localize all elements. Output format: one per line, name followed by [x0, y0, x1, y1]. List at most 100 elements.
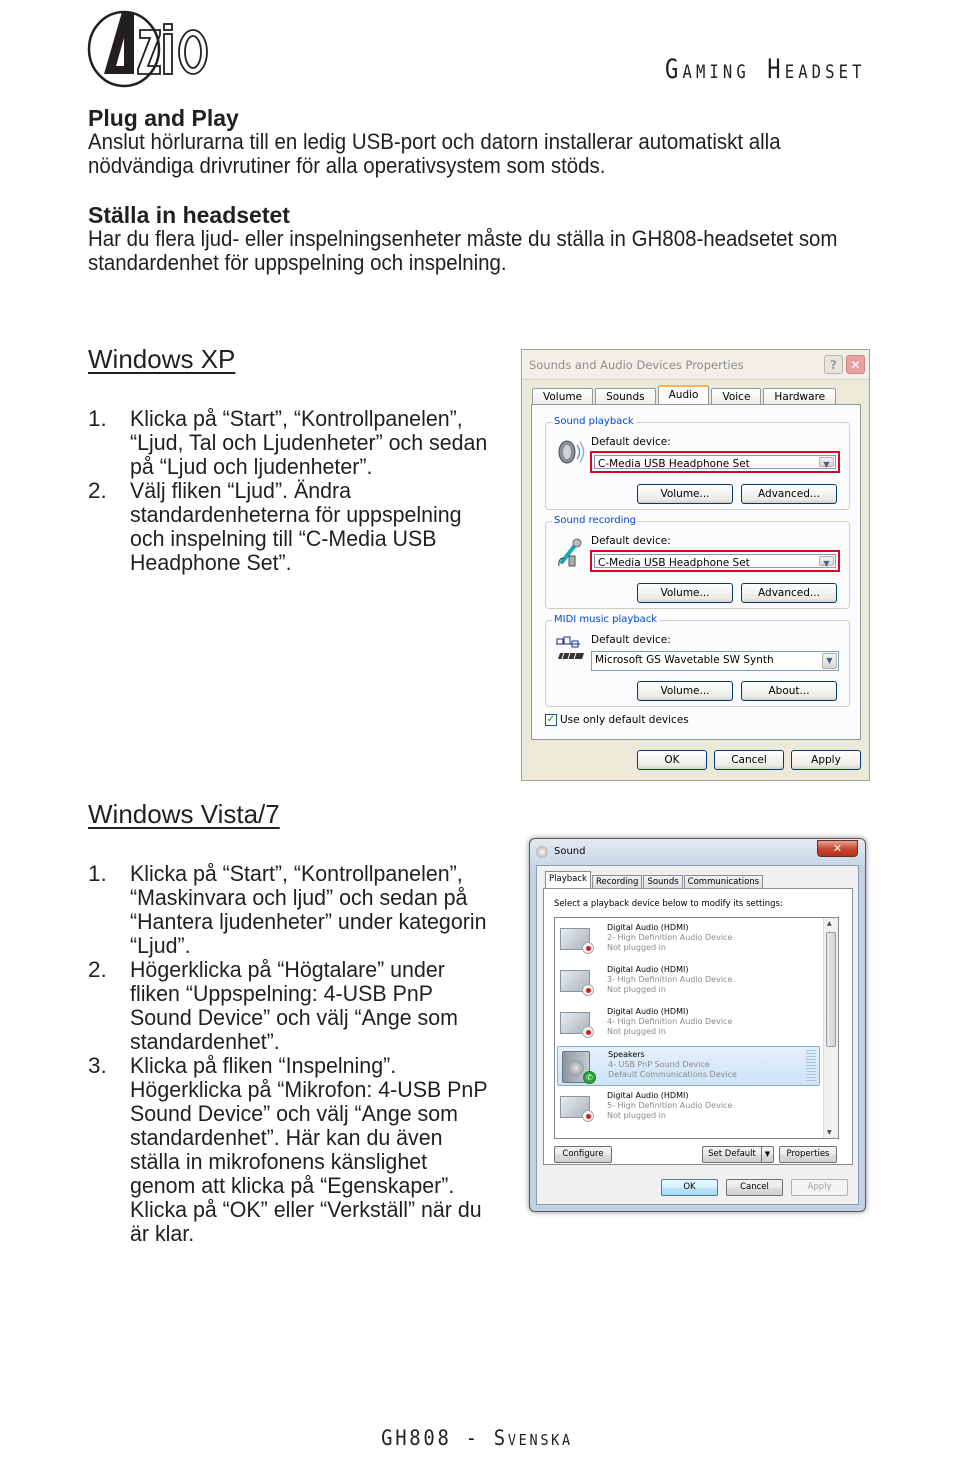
tab-sounds[interactable]: Sounds	[595, 388, 656, 405]
playback-volume-button[interactable]: Volume...	[637, 484, 733, 504]
windows-xp-heading: Windows XP	[88, 344, 236, 374]
device-name: Digital Audio (HDMI)	[607, 1091, 689, 1100]
device-list-item[interactable]: Digital Audio (HDMI) 5- High Definition …	[557, 1088, 820, 1128]
speaker-icon: ✆	[561, 1051, 596, 1084]
tab-playback[interactable]: Playback	[545, 871, 591, 889]
setup-title: Ställa in headsetet	[88, 202, 290, 228]
step-item: 1. Klicka på “Start”, “Kontrollpanelen”,…	[88, 862, 508, 958]
win7-sound-dialog: Sound ✕ Playback Recording Sounds Commun…	[529, 838, 866, 1212]
speaker-icon	[558, 440, 585, 464]
device-status: Default Communications Device	[608, 1070, 737, 1079]
device-driver: 2- High Definition Audio Device	[607, 933, 733, 942]
step-item: 1. Klicka på “Start”, “Kontrollpanelen”,…	[88, 407, 508, 479]
tab-communications[interactable]: Communications	[683, 875, 764, 889]
step-text: Klicka på “Start”, “Kontrollpanelen”, “L…	[130, 406, 488, 479]
recording-advanced-button[interactable]: Advanced...	[741, 583, 837, 603]
tab-hardware[interactable]: Hardware	[763, 388, 837, 405]
monitor-icon	[560, 1134, 592, 1138]
w7-titlebar: Sound ✕	[530, 839, 865, 865]
step-item: 3. Klicka på fliken “Inspelning”. Högerk…	[88, 1054, 508, 1246]
page-footer: GH808 - Svenska	[381, 1426, 573, 1450]
windows-xp-steps: 1. Klicka på “Start”, “Kontrollpanelen”,…	[88, 407, 508, 575]
checkmark-icon[interactable]: ✓	[545, 714, 557, 726]
dropdown-arrow-icon[interactable]: ▼	[761, 1147, 773, 1162]
device-list-item[interactable]: Digital Audio (HDMI) 4- High Definition …	[557, 1004, 820, 1044]
playback-device-select[interactable]: C-Media USB Headphone Set ▼	[590, 451, 840, 473]
chevron-down-icon[interactable]: ▼	[819, 556, 834, 568]
azio-logo	[87, 10, 208, 88]
chevron-down-icon[interactable]: ▼	[819, 457, 834, 469]
set-default-label: Set Default	[708, 1149, 756, 1159]
step-item: 2. Högerklicka på “Högtalare” under flik…	[88, 958, 508, 1054]
device-name: Digital Audio (HDMI)	[607, 965, 689, 974]
apply-button[interactable]: Apply	[791, 750, 861, 770]
unplugged-icon	[582, 1110, 594, 1122]
volume-meter	[806, 1050, 816, 1082]
device-driver: 5- High Definition Audio Device	[607, 1101, 733, 1110]
setup-body: Har du flera ljud- eller inspelningsenhe…	[88, 226, 838, 275]
midi-device-select[interactable]: Microsoft GS Wavetable SW Synth ▼	[591, 651, 839, 671]
midi-keyboard-icon	[556, 636, 584, 660]
use-default-devices-checkbox[interactable]: ✓ Use only default devices	[545, 714, 689, 726]
apply-button[interactable]: Apply	[791, 1179, 848, 1196]
phone-icon: ✆	[583, 1071, 596, 1084]
ok-button[interactable]: OK	[637, 750, 707, 770]
selected-device: Microsoft GS Wavetable SW Synth	[595, 654, 774, 666]
device-list-item[interactable]: Digital Audio (HDMI) 2- High Definition …	[557, 920, 820, 960]
setup-section: Ställa in headsetet Har du flera ljud- e…	[88, 203, 868, 275]
device-list-item[interactable]	[557, 1130, 820, 1138]
scrollbar[interactable]: ▲ ▼	[823, 918, 838, 1138]
unplugged-icon	[582, 942, 594, 954]
device-list-item-selected[interactable]: ✆ Speakers 4- USB PnP Sound Device Defau…	[557, 1046, 820, 1086]
set-default-button[interactable]: Set Default ▼	[702, 1146, 774, 1163]
selected-device: C-Media USB Headphone Set	[598, 458, 750, 470]
scroll-up-icon[interactable]: ▲	[827, 920, 832, 927]
device-status: Not plugged in	[607, 1027, 666, 1036]
tab-volume[interactable]: Volume	[532, 388, 594, 405]
sound-icon	[536, 846, 548, 858]
help-button[interactable]: ?	[824, 355, 843, 374]
device-driver: 4- USB PnP Sound Device	[608, 1060, 710, 1069]
group-label: Sound recording	[552, 515, 639, 526]
sound-playback-group: Sound playback Default device: C-Media U…	[545, 416, 850, 510]
monitor-icon	[560, 1092, 594, 1122]
device-name: Speakers	[608, 1050, 645, 1059]
cancel-button[interactable]: Cancel	[726, 1179, 783, 1196]
device-status: Not plugged in	[607, 1111, 666, 1120]
device-list-item[interactable]: Digital Audio (HDMI) 3- High Definition …	[557, 962, 820, 1002]
scrollbar-thumb[interactable]	[826, 932, 836, 1047]
playback-device-list: Digital Audio (HDMI) 2- High Definition …	[554, 917, 839, 1139]
chevron-down-icon[interactable]: ▼	[822, 653, 837, 669]
xp-dialog-title: Sounds and Audio Devices Properties	[529, 358, 744, 372]
plug-and-play-title: Plug and Play	[88, 105, 239, 131]
recording-volume-button[interactable]: Volume...	[637, 583, 733, 603]
midi-about-button[interactable]: About...	[741, 681, 837, 701]
xp-tabs: Volume Sounds Audio Voice Hardware	[532, 385, 838, 405]
playback-advanced-button[interactable]: Advanced...	[741, 484, 837, 504]
unplugged-icon	[582, 1026, 594, 1038]
close-button[interactable]: ✕	[846, 355, 865, 374]
device-status: Not plugged in	[607, 943, 666, 952]
instruction-text: Select a playback device below to modify…	[554, 899, 783, 909]
midi-playback-group: MIDI music playback Default device: Micr…	[545, 614, 850, 707]
step-number: 1.	[88, 861, 107, 886]
tab-recording[interactable]: Recording	[591, 875, 643, 889]
device-driver: 4- High Definition Audio Device	[607, 1017, 733, 1026]
properties-button[interactable]: Properties	[779, 1146, 837, 1163]
w7-playback-pane: Select a playback device below to modify…	[543, 888, 853, 1165]
monitor-icon	[560, 924, 594, 954]
tab-voice[interactable]: Voice	[711, 388, 762, 405]
cancel-button[interactable]: Cancel	[714, 750, 784, 770]
midi-volume-button[interactable]: Volume...	[637, 681, 733, 701]
step-text: Klicka på fliken “Inspelning”. Högerklic…	[130, 1053, 488, 1246]
tab-sounds[interactable]: Sounds	[643, 875, 683, 889]
scroll-down-icon[interactable]: ▼	[827, 1129, 832, 1136]
tab-audio[interactable]: Audio	[657, 385, 710, 405]
configure-button[interactable]: Configure	[554, 1146, 612, 1163]
device-name: Digital Audio (HDMI)	[607, 923, 689, 932]
sound-recording-group: Sound recording Default device: C-Media …	[545, 515, 850, 609]
recording-device-select[interactable]: C-Media USB Headphone Set ▼	[590, 550, 840, 572]
step-number: 1.	[88, 406, 107, 431]
ok-button[interactable]: OK	[661, 1179, 718, 1196]
close-button[interactable]: ✕	[817, 840, 858, 857]
